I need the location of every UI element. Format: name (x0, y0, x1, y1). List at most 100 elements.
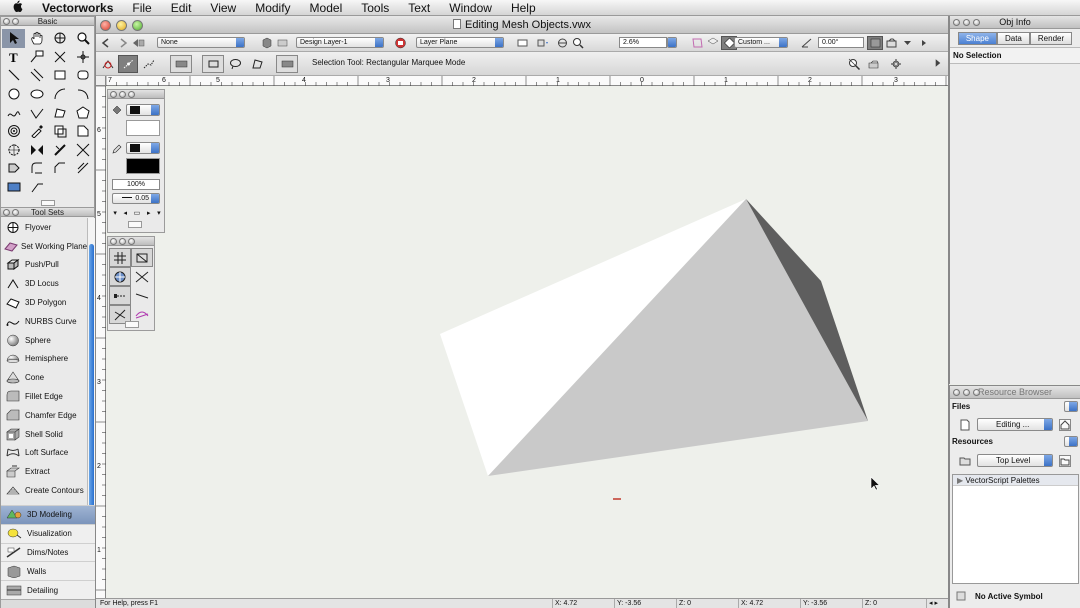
forward-view-icon[interactable] (114, 36, 130, 50)
basic-palette-titlebar[interactable]: Basic (1, 17, 94, 26)
drawing-area[interactable] (106, 86, 948, 598)
mesh-pyramid-model[interactable] (106, 86, 948, 598)
attribute-mapping-tool-icon[interactable] (48, 122, 71, 141)
tool-push-pull[interactable]: Push/Pull (1, 256, 87, 275)
resource-list[interactable]: ▶ VectorScript Palettes (952, 474, 1079, 584)
snap-to-distance-icon[interactable] (109, 286, 131, 305)
tool-chamfer-edge[interactable]: Chamfer Edge (1, 406, 87, 425)
menu-edit[interactable]: Edit (171, 1, 192, 15)
offset-tool-icon[interactable] (71, 159, 94, 178)
tool-loft-surface[interactable]: Loft Surface (1, 444, 87, 463)
tab-render[interactable]: Render (1029, 32, 1073, 45)
close-palette-icon[interactable] (3, 18, 10, 25)
zoom-in-icon[interactable] (570, 36, 586, 50)
minimize-palette-icon[interactable] (963, 19, 970, 26)
toolset-visualization[interactable]: Visualization (1, 523, 95, 543)
document-titlebar[interactable]: Editing Mesh Objects.vwx (96, 16, 948, 34)
circle-tool-icon[interactable] (2, 85, 25, 104)
pen-style-popup[interactable] (126, 142, 160, 154)
tool-set-working-plane[interactable]: Set Working Plane (1, 237, 87, 256)
tool-cone[interactable]: Cone (1, 368, 87, 387)
disable-interactive-scaling-icon[interactable] (98, 55, 118, 73)
menu-file[interactable]: File (132, 1, 151, 15)
back-view-icon[interactable] (98, 36, 114, 50)
zoom-tool-icon[interactable] (71, 29, 94, 48)
standard-views-icon[interactable] (514, 36, 530, 50)
rectangle-tool-icon[interactable] (48, 66, 71, 85)
tool-3d-polygon[interactable]: 3D Polygon (1, 293, 87, 312)
resource-browser-titlebar[interactable]: Resource Browser (950, 386, 1080, 399)
projection-popup-icon[interactable] (530, 36, 554, 50)
settings-gear-icon[interactable] (884, 55, 908, 73)
close-palette-icon[interactable] (3, 209, 10, 216)
minimize-palette-icon[interactable] (12, 18, 19, 25)
menu-help[interactable]: Help (511, 1, 536, 15)
lasso-marquee-icon[interactable] (224, 55, 246, 73)
tool-sets-collapse-bar[interactable] (1, 599, 95, 608)
close-window-icon[interactable] (100, 20, 111, 31)
active-layer-popup[interactable]: Design Layer-1 (296, 37, 384, 48)
menu-model[interactable]: Model (310, 1, 343, 15)
line-weight-popup[interactable]: 0.05 (112, 193, 160, 204)
arrowhead-controls[interactable]: ▾ ◂ ▭ ▸ ▾ (110, 207, 164, 218)
text-tool-icon[interactable]: T (2, 48, 25, 67)
clip-tool-icon[interactable] (2, 159, 25, 178)
layer-options-icon[interactable] (392, 36, 408, 50)
vertical-ruler[interactable]: 6 5 4 3 2 1 (96, 86, 106, 598)
pan-tool-icon[interactable] (25, 29, 48, 48)
spiral-tool-icon[interactable] (2, 122, 25, 141)
tool-nurbs-curve[interactable]: NURBS Curve (1, 312, 87, 331)
connect-tool-icon[interactable] (25, 178, 48, 197)
locus-tool-icon[interactable] (71, 48, 94, 67)
zoom-field[interactable]: 2.6% (619, 37, 667, 48)
zoom-palette-icon[interactable] (973, 19, 980, 26)
close-palette-icon[interactable] (953, 389, 960, 396)
flyover-tool-icon[interactable] (48, 29, 71, 48)
snapping-collapse-button[interactable] (125, 321, 139, 328)
pen-color-swatch[interactable] (126, 158, 160, 174)
single-object-mode-icon[interactable] (170, 55, 192, 73)
tab-data[interactable]: Data (996, 32, 1030, 45)
tool-list-scrollbar[interactable] (87, 218, 95, 510)
menu-view[interactable]: View (210, 1, 236, 15)
resources-menu-button[interactable] (1064, 436, 1078, 447)
regular-polygon-tool-icon[interactable] (71, 103, 94, 122)
minimize-palette-icon[interactable] (963, 389, 970, 396)
render-mode-popup[interactable]: Custom ... (734, 37, 788, 48)
menu-text[interactable]: Text (408, 1, 430, 15)
arrow-end-icon[interactable]: ▸ (147, 209, 151, 217)
resources-popup[interactable]: Top Level (977, 454, 1053, 467)
minimize-palette-icon[interactable] (119, 238, 126, 245)
view-bar-collapse-icon[interactable] (915, 36, 931, 50)
smart-edge-icon[interactable] (131, 286, 153, 305)
freehand-tool-icon[interactable] (2, 103, 25, 122)
active-class-popup[interactable]: None (157, 37, 245, 48)
minimize-palette-icon[interactable] (12, 209, 19, 216)
arc-tool-icon[interactable] (48, 85, 71, 104)
mode-bar-collapse-icon[interactable] (932, 58, 944, 68)
double-line-tool-icon[interactable] (25, 66, 48, 85)
app-menu[interactable]: Vectorworks (42, 1, 113, 15)
tool-shell-solid[interactable]: Shell Solid (1, 425, 87, 444)
minimize-palette-icon[interactable] (119, 91, 126, 98)
opacity-field[interactable]: 100% (112, 179, 160, 190)
reshape-tool-icon[interactable] (71, 122, 94, 141)
files-menu-button[interactable] (1064, 401, 1078, 412)
close-palette-icon[interactable] (110, 238, 117, 245)
toolset-walls[interactable]: Walls (1, 561, 95, 581)
scrollbar-thumb[interactable] (89, 244, 94, 509)
horizontal-ruler[interactable]: 7 6 5 4 3 2 1 0 1 2 3 (106, 76, 948, 86)
zoom-palette-icon[interactable] (973, 389, 980, 396)
tab-shape[interactable]: Shape (957, 32, 997, 45)
arrow-left-icon[interactable]: ▾ (113, 209, 117, 217)
tool-3d-locus[interactable]: 3D Locus (1, 274, 87, 293)
list-item[interactable]: ▶ VectorScript Palettes (953, 475, 1078, 486)
render-settings-icon[interactable] (705, 36, 721, 50)
tool-flyover[interactable]: Flyover (1, 218, 87, 237)
callout-tool-icon[interactable] (25, 48, 48, 67)
selection-tool-icon[interactable] (2, 29, 25, 48)
apple-menu-icon[interactable] (12, 0, 28, 15)
rotate-plan-icon[interactable] (798, 36, 814, 50)
fill-color-swatch[interactable] (126, 120, 160, 136)
snap-to-grid-icon[interactable] (109, 248, 131, 267)
